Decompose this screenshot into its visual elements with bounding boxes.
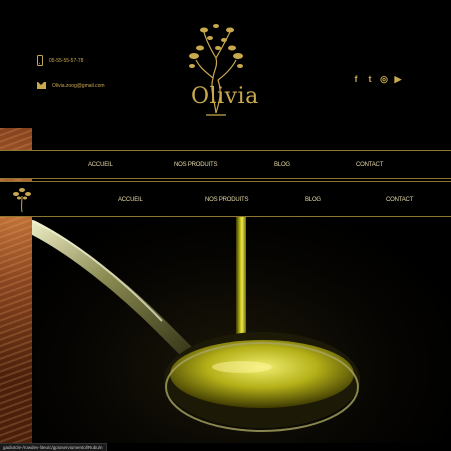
facebook-icon[interactable]: f — [351, 73, 361, 86]
nav-accueil[interactable]: ACCUEIL — [118, 197, 143, 203]
primary-navigation: ACCUEIL NOS PRODUITS BLOG CONTACT — [0, 150, 451, 179]
status-url: gadiotcle-/rowdev-liteu/c/gpioserviument… — [0, 443, 107, 451]
instagram-icon[interactable]: ◎ — [379, 73, 389, 86]
nav-blog[interactable]: BLOG — [274, 162, 290, 168]
mail-icon — [37, 82, 46, 89]
nav-nos-produits[interactable]: NOS PRODUITS — [205, 197, 248, 203]
nav-contact[interactable]: CONTACT — [386, 197, 413, 203]
browser-status-bar: gadiotcle-/rowdev-liteu/c/gpioserviument… — [0, 443, 451, 451]
sticky-navigation: ACCUEIL NOS PRODUITS BLOG CONTACT — [0, 181, 451, 217]
phone-number: 05-55-55-57-78 — [49, 57, 84, 64]
brand-name: Olivia — [191, 84, 259, 109]
social-links: f t ◎ ▶ — [351, 73, 403, 86]
twitter-icon[interactable]: t — [365, 73, 375, 86]
site-header: 05-55-55-57-78 Olivia.zoog@gmail.com Oli… — [0, 0, 451, 128]
mini-olive-logo-icon[interactable] — [10, 186, 34, 214]
nav-contact[interactable]: CONTACT — [356, 162, 383, 168]
nav-accueil[interactable]: ACCUEIL — [88, 162, 113, 168]
phone-icon — [37, 55, 43, 66]
olive-tree-logo-icon[interactable] — [180, 18, 252, 126]
hero-olive-oil-spoon — [32, 217, 451, 443]
email-contact[interactable]: Olivia.zoog@gmail.com — [37, 82, 105, 89]
nav-blog[interactable]: BLOG — [305, 197, 321, 203]
nav-nos-produits[interactable]: NOS PRODUITS — [174, 162, 217, 168]
email-address: Olivia.zoog@gmail.com — [52, 82, 105, 89]
phone-contact[interactable]: 05-55-55-57-78 — [37, 55, 83, 66]
youtube-icon[interactable]: ▶ — [393, 73, 403, 86]
spoon-illustration — [32, 217, 360, 432]
